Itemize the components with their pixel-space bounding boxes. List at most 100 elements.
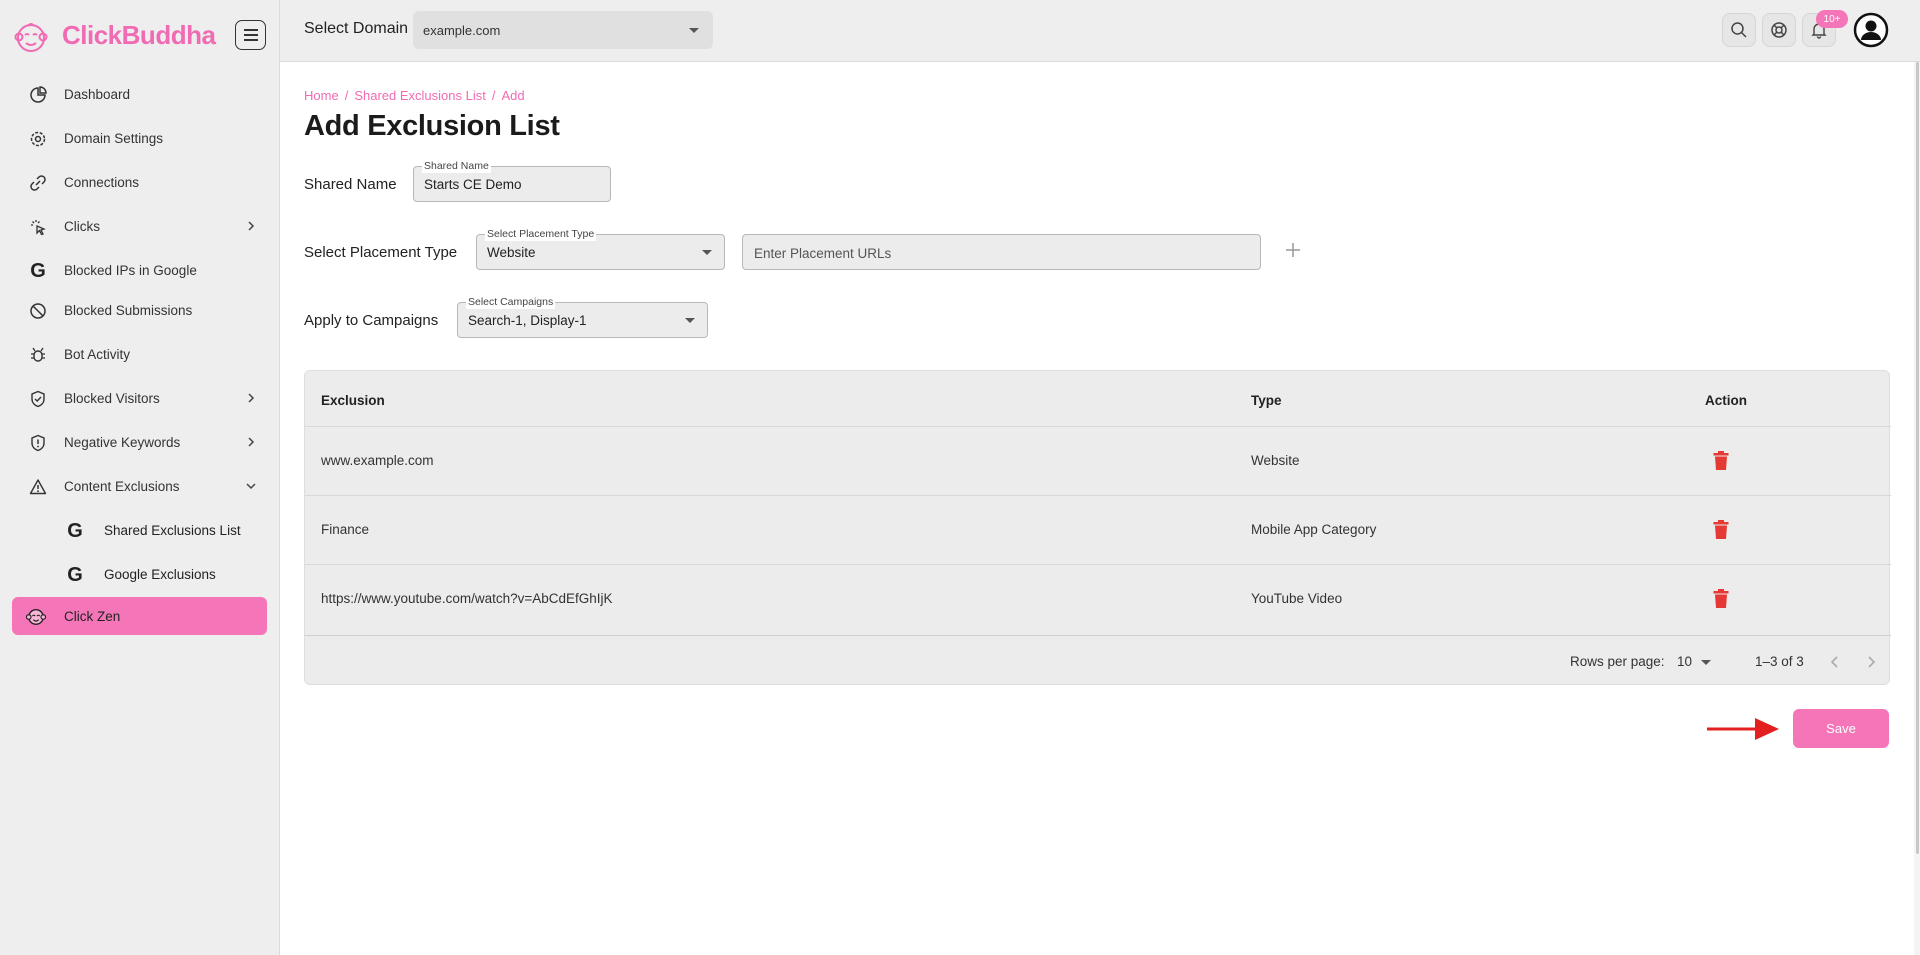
sidebar-item-clicks[interactable]: Clicks [12, 207, 267, 245]
support-button[interactable] [1762, 13, 1796, 47]
placement-type-legend: Select Placement Type [485, 227, 597, 241]
placement-type-label: Select Placement Type [304, 244, 458, 261]
rows-per-page-select[interactable]: 10 [1677, 651, 1713, 671]
exclusion-cell: www.example.com [321, 453, 434, 468]
shared-name-value: Starts CE Demo [424, 177, 522, 192]
google-icon: G [67, 564, 83, 586]
rows-per-page-label: Rows per page: [1570, 654, 1665, 669]
sidebar-item-negative-keywords[interactable]: Negative Keywords [12, 423, 267, 461]
user-avatar-icon[interactable] [1853, 12, 1889, 48]
sidebar-item-label: Dashboard [64, 86, 131, 102]
sidebar-item-label: Blocked IPs in Google [64, 262, 197, 278]
link-icon [28, 173, 48, 193]
exclusion-cell: Finance [321, 522, 370, 537]
shield-alert-icon [28, 433, 48, 453]
column-header-exclusion: Exclusion [321, 393, 385, 408]
sidebar-item-label: Connections [64, 174, 140, 190]
campaigns-value: Search-1, Display-1 [468, 313, 587, 328]
logo-buddha-text: Buddha [121, 20, 216, 50]
menu-toggle-button[interactable] [235, 20, 266, 50]
logo-row: ClickBuddha [0, 0, 279, 72]
breadcrumb-current: Add [501, 88, 525, 103]
shield-check-icon [28, 389, 48, 409]
exclusion-cell: https://www.youtube.com/watch?v=AbCdEfGh… [321, 591, 613, 606]
rows-per-page-value: 10 [1677, 654, 1693, 669]
add-placement-icon[interactable] [1283, 240, 1303, 260]
gear-icon [28, 129, 48, 149]
column-header-action: Action [1705, 393, 1747, 408]
sidebar-item-dashboard[interactable]: Dashboard [12, 75, 267, 113]
monkey-icon [26, 607, 46, 627]
sidebar-item-blocked-ips[interactable]: G Blocked IPs in Google [12, 251, 267, 289]
sidebar-item-connections[interactable]: Connections [12, 163, 267, 201]
pagination-range: 1–3 of 3 [1755, 654, 1804, 669]
warning-icon [28, 477, 48, 497]
row-divider [305, 495, 1891, 496]
breadcrumb: Home / Shared Exclusions List / Add [304, 88, 525, 103]
logo-click-text: Click [62, 20, 122, 50]
google-icon: G [30, 260, 46, 282]
caret-down-icon [1701, 660, 1711, 665]
row-divider [305, 564, 1891, 565]
search-button[interactable] [1722, 13, 1756, 47]
caret-down-icon [689, 28, 699, 33]
sidebar-item-bot-activity[interactable]: Bot Activity [12, 335, 267, 373]
top-bar: Select Domain example.com [280, 0, 1920, 62]
sidebar-item-label: Shared Exclusions List [104, 522, 241, 538]
chevron-down-icon [243, 478, 259, 494]
delete-icon[interactable] [1713, 520, 1729, 540]
type-cell: Website [1251, 453, 1300, 468]
sidebar-item-domain-settings[interactable]: Domain Settings [12, 119, 267, 157]
apply-campaigns-label: Apply to Campaigns [304, 312, 439, 329]
shared-name-field[interactable]: Shared Name Starts CE Demo [413, 159, 611, 202]
domain-select[interactable]: example.com [413, 11, 713, 49]
sidebar: ClickBuddha Dashboard Domain Settings Co… [0, 0, 280, 955]
sidebar-item-label: Click Zen [64, 608, 121, 624]
sidebar-item-shared-exclusions-list[interactable]: G Shared Exclusions List [12, 511, 267, 549]
column-header-type: Type [1251, 393, 1282, 408]
sidebar-item-blocked-visitors[interactable]: Blocked Visitors [12, 379, 267, 417]
breadcrumb-home-link[interactable]: Home [304, 88, 339, 103]
chevron-right-icon [243, 390, 259, 406]
app-logo[interactable]: ClickBuddha [62, 20, 216, 51]
sidebar-item-label: Domain Settings [64, 130, 164, 146]
sidebar-item-label: Google Exclusions [104, 566, 216, 582]
click-icon [28, 217, 48, 237]
type-cell: YouTube Video [1251, 591, 1343, 606]
sidebar-item-label: Blocked Submissions [64, 302, 193, 318]
sidebar-item-click-zen[interactable]: Click Zen [12, 597, 267, 635]
notification-badge: 10+ [1816, 10, 1848, 28]
placement-urls-input[interactable]: Enter Placement URLs [742, 234, 1261, 270]
caret-down-icon [702, 250, 712, 255]
sidebar-item-google-exclusions[interactable]: G Google Exclusions [12, 555, 267, 593]
sidebar-item-content-exclusions[interactable]: Content Exclusions [12, 467, 267, 505]
placement-type-select[interactable]: Select Placement Type Website [476, 227, 725, 270]
domain-select-value: example.com [423, 22, 501, 38]
sidebar-item-label: Negative Keywords [64, 434, 181, 450]
breadcrumb-separator: / [344, 88, 349, 103]
prev-page-icon[interactable] [1826, 653, 1844, 671]
delete-icon[interactable] [1713, 589, 1729, 609]
caret-down-icon [685, 318, 695, 323]
sidebar-item-blocked-submissions[interactable]: Blocked Submissions [12, 291, 267, 329]
search-icon [1731, 22, 1747, 38]
bug-icon [28, 345, 48, 365]
sidebar-item-label: Clicks [64, 218, 100, 234]
breadcrumb-list-link[interactable]: Shared Exclusions List [354, 88, 486, 103]
campaigns-select[interactable]: Select Campaigns Search-1, Display-1 [457, 295, 708, 338]
sidebar-item-label: Blocked Visitors [64, 390, 160, 406]
google-icon: G [67, 520, 83, 542]
page-title: Add Exclusion List [304, 110, 560, 142]
domain-label: Select Domain [304, 20, 409, 37]
placement-urls-placeholder: Enter Placement URLs [754, 246, 892, 261]
shared-name-legend: Shared Name [422, 159, 491, 173]
arrow-pointer-icon [1707, 718, 1779, 740]
save-button[interactable]: Save [1793, 709, 1889, 748]
delete-icon[interactable] [1713, 451, 1729, 471]
scrollbar-thumb[interactable] [1916, 62, 1919, 854]
lifebuoy-icon [1771, 22, 1787, 38]
header-divider [305, 426, 1891, 427]
next-page-icon[interactable] [1862, 653, 1880, 671]
type-cell: Mobile App Category [1251, 522, 1377, 537]
shared-name-label: Shared Name [304, 176, 397, 193]
